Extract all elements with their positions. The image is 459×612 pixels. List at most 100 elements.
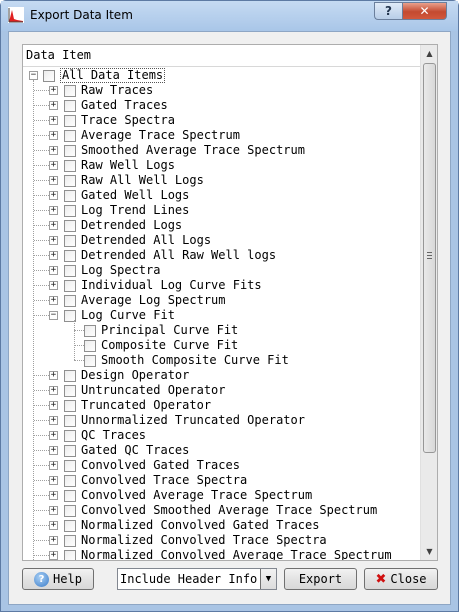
expand-icon[interactable]: + — [49, 221, 58, 230]
tree-item[interactable]: + QC Traces — [23, 428, 420, 443]
checkbox[interactable] — [84, 340, 96, 352]
expand-icon[interactable]: + — [49, 506, 58, 515]
title-close-button[interactable]: ✕ — [402, 2, 447, 20]
expand-icon[interactable]: + — [49, 431, 58, 440]
checkbox[interactable] — [64, 460, 76, 472]
tree-item[interactable]: + Average Trace Spectrum — [23, 128, 420, 143]
checkbox[interactable] — [64, 400, 76, 412]
expand-icon[interactable]: + — [49, 536, 58, 545]
checkbox[interactable] — [64, 145, 76, 157]
title-help-button[interactable]: ? — [374, 2, 402, 20]
expand-icon[interactable]: + — [49, 86, 58, 95]
tree-item[interactable]: + Gated Traces — [23, 98, 420, 113]
tree-item[interactable]: + Gated QC Traces — [23, 443, 420, 458]
checkbox[interactable] — [64, 205, 76, 217]
expand-icon[interactable]: + — [49, 251, 58, 260]
expand-icon[interactable]: + — [49, 116, 58, 125]
chevron-down-icon[interactable]: ▼ — [260, 569, 276, 589]
tree-item[interactable]: + Log Spectra — [23, 263, 420, 278]
expand-icon[interactable]: + — [49, 146, 58, 155]
checkbox[interactable] — [64, 100, 76, 112]
checkbox[interactable] — [64, 475, 76, 487]
expand-icon[interactable]: + — [49, 401, 58, 410]
tree-item[interactable]: + Detrended Logs — [23, 218, 420, 233]
checkbox[interactable] — [64, 235, 76, 247]
tree-item[interactable]: + Unnormalized Truncated Operator — [23, 413, 420, 428]
expand-icon[interactable]: + — [49, 191, 58, 200]
expand-icon[interactable]: + — [49, 266, 58, 275]
tree-item[interactable]: + Design Operator — [23, 368, 420, 383]
expand-icon[interactable]: + — [49, 491, 58, 500]
tree-item[interactable]: + Log Trend Lines — [23, 203, 420, 218]
tree-item[interactable]: + Normalized Convolved Gated Traces — [23, 518, 420, 533]
checkbox[interactable] — [64, 175, 76, 187]
header-option-select[interactable]: Include Header Info ▼ — [117, 568, 277, 590]
expand-icon[interactable]: + — [49, 476, 58, 485]
collapse-icon[interactable]: − — [29, 71, 38, 80]
tree-item[interactable]: + Trace Spectra — [23, 113, 420, 128]
expand-icon[interactable]: + — [49, 371, 58, 380]
collapse-icon[interactable]: − — [49, 311, 58, 320]
tree-subitem[interactable]: Smooth Composite Curve Fit — [23, 353, 420, 368]
tree-item[interactable]: − Log Curve Fit — [23, 308, 420, 323]
expand-icon[interactable]: + — [49, 446, 58, 455]
checkbox[interactable] — [64, 445, 76, 457]
checkbox[interactable] — [64, 385, 76, 397]
checkbox[interactable] — [64, 295, 76, 307]
checkbox[interactable] — [64, 415, 76, 427]
expand-icon[interactable]: + — [49, 521, 58, 530]
checkbox[interactable] — [64, 505, 76, 517]
expand-icon[interactable]: + — [49, 386, 58, 395]
checkbox[interactable] — [43, 70, 55, 82]
expand-icon[interactable]: + — [49, 281, 58, 290]
expand-icon[interactable]: + — [49, 296, 58, 305]
checkbox[interactable] — [64, 250, 76, 262]
checkbox[interactable] — [64, 190, 76, 202]
checkbox[interactable] — [64, 160, 76, 172]
checkbox[interactable] — [64, 130, 76, 142]
tree-item[interactable]: + Convolved Smoothed Average Trace Spectr… — [23, 503, 420, 518]
data-item-tree[interactable]: Data Item − All Data Items + Raw Traces + Gat… — [22, 44, 438, 561]
checkbox[interactable] — [84, 325, 96, 337]
tree-item[interactable]: + Smoothed Average Trace Spectrum — [23, 143, 420, 158]
tree-root-row[interactable]: − All Data Items — [23, 68, 420, 83]
expand-icon[interactable]: + — [49, 176, 58, 185]
checkbox[interactable] — [64, 550, 76, 560]
scroll-up-icon[interactable]: ▲ — [421, 45, 437, 62]
expand-icon[interactable]: + — [49, 131, 58, 140]
tree-item[interactable]: + Untruncated Operator — [23, 383, 420, 398]
tree-item[interactable]: + Convolved Gated Traces — [23, 458, 420, 473]
checkbox[interactable] — [64, 520, 76, 532]
checkbox[interactable] — [64, 265, 76, 277]
checkbox[interactable] — [64, 280, 76, 292]
checkbox[interactable] — [84, 355, 96, 367]
scroll-down-icon[interactable]: ▼ — [421, 543, 437, 560]
tree-item[interactable]: + Raw All Well Logs — [23, 173, 420, 188]
tree-item[interactable]: + Raw Well Logs — [23, 158, 420, 173]
expand-icon[interactable]: + — [49, 206, 58, 215]
tree-item[interactable]: + Detrended All Raw Well logs — [23, 248, 420, 263]
tree-item[interactable]: + Truncated Operator — [23, 398, 420, 413]
tree-item[interactable]: + Detrended All Logs — [23, 233, 420, 248]
tree-item[interactable]: + Convolved Average Trace Spectrum — [23, 488, 420, 503]
checkbox[interactable] — [64, 490, 76, 502]
tree-item[interactable]: + Convolved Trace Spectra — [23, 473, 420, 488]
expand-icon[interactable]: + — [49, 461, 58, 470]
scroll-thumb[interactable] — [423, 63, 436, 453]
close-button[interactable]: ✖ Close — [364, 568, 438, 590]
checkbox[interactable] — [64, 115, 76, 127]
checkbox[interactable] — [64, 370, 76, 382]
tree-item[interactable]: + Individual Log Curve Fits — [23, 278, 420, 293]
expand-icon[interactable]: + — [49, 101, 58, 110]
tree-item[interactable]: + Gated Well Logs — [23, 188, 420, 203]
help-button[interactable]: ? Help — [22, 568, 94, 590]
tree-item[interactable]: + Normalized Convolved Average Trace Spec… — [23, 548, 420, 560]
checkbox[interactable] — [64, 535, 76, 547]
expand-icon[interactable]: + — [49, 551, 58, 560]
expand-icon[interactable]: + — [49, 161, 58, 170]
checkbox[interactable] — [64, 220, 76, 232]
vertical-scrollbar[interactable]: ▲ ▼ — [420, 45, 437, 560]
tree-item[interactable]: + Normalized Convolved Trace Spectra — [23, 533, 420, 548]
expand-icon[interactable]: + — [49, 416, 58, 425]
expand-icon[interactable]: + — [49, 236, 58, 245]
